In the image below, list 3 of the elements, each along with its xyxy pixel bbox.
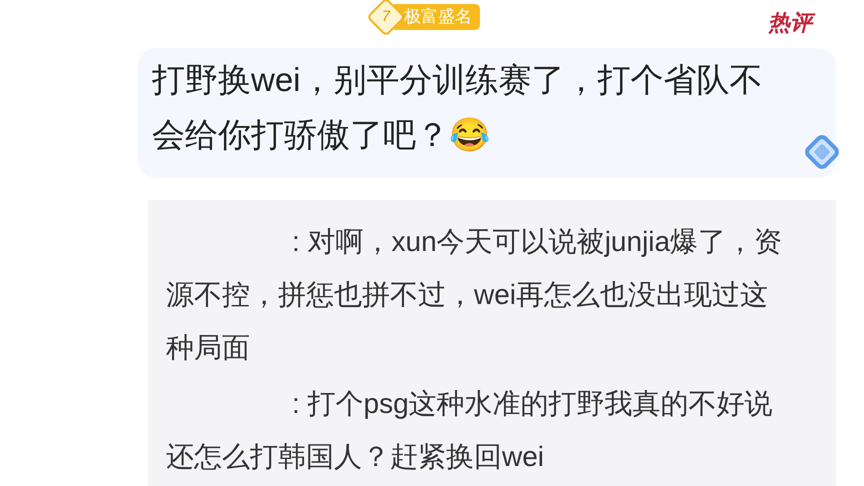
comment-text: 打野换wei，别平分训练赛了，打个省队不会给你打骄傲了吧？😂 (152, 60, 764, 155)
reply-text: : 对啊，xun今天可以说被junjia爆了，资源不控，拼惩也拼不过，wei再怎么也没出现过这种局面 (166, 225, 784, 365)
reply-text: : 打个psg这种水准的打野我真的不好说还怎么打韩国人？赶紧换回wei (166, 387, 774, 474)
